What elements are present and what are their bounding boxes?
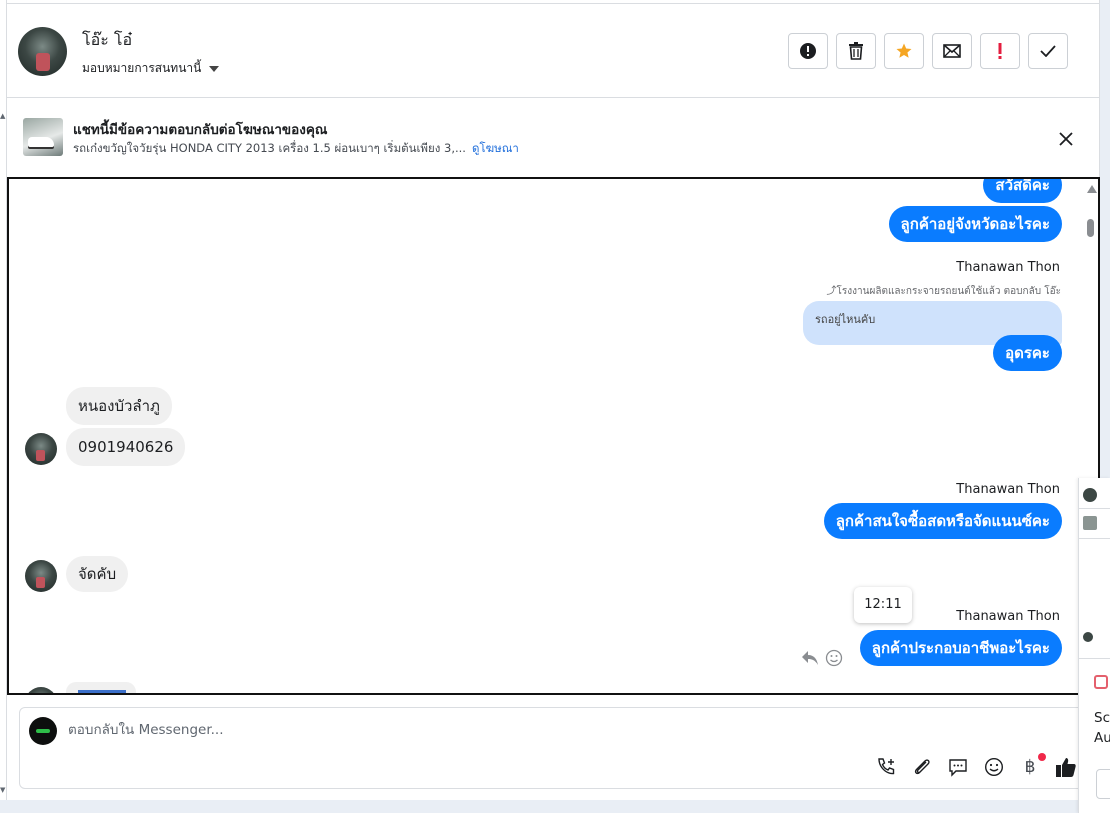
- emoji-button[interactable]: [982, 755, 1006, 779]
- incoming-message-partial[interactable]: [66, 682, 136, 693]
- chat-bubble-icon: [949, 759, 967, 777]
- reply-input[interactable]: [68, 722, 968, 738]
- side-panel-button[interactable]: [1096, 769, 1110, 799]
- ad-banner-title: แชทนี้มีข้อความตอบกลับต่อโฆษณาของคุณ: [73, 122, 328, 138]
- call-button[interactable]: [874, 755, 898, 779]
- side-thumbnail[interactable]: [1083, 516, 1097, 530]
- reply-context-note: ⤴โรงงานผลิตและกระจายรถยนต์ใช้แล้ว ตอบกลั…: [827, 282, 1061, 299]
- contact-avatar-small[interactable]: [25, 560, 57, 592]
- assign-conversation-dropdown[interactable]: มอบหมายการสนทนานี้: [82, 59, 220, 78]
- header-actions: [788, 33, 1068, 69]
- important-button[interactable]: [980, 33, 1020, 69]
- alert-circle-icon: [800, 43, 816, 59]
- message-composer: ฿: [19, 707, 1094, 789]
- outgoing-message[interactable]: ลูกค้าอยู่จังหวัดอะไรคะ: [888, 206, 1062, 242]
- scroll-up-arrow-icon[interactable]: [1087, 185, 1097, 193]
- ad-description-text: รถเก๋งขวัญใจวัยรุ่น HONDA CITY 2013 เครื…: [73, 141, 466, 155]
- message-hover-tools: [801, 649, 843, 667]
- page-avatar: [29, 717, 57, 745]
- assign-label: มอบหมายการสนทนานี้: [82, 61, 202, 75]
- report-button[interactable]: [788, 33, 828, 69]
- contact-avatar-small[interactable]: [25, 433, 57, 465]
- view-ad-link[interactable]: ดูโฆษณา: [472, 141, 519, 155]
- attach-button[interactable]: [910, 755, 934, 779]
- ad-thumbnail[interactable]: [23, 118, 63, 156]
- baht-icon: ฿: [1024, 757, 1036, 777]
- side-avatar[interactable]: [1083, 488, 1097, 502]
- side-divider: [1079, 508, 1110, 509]
- notification-dot: [1038, 753, 1046, 761]
- phone-plus-icon: [878, 758, 895, 775]
- incoming-message[interactable]: จัดคับ: [66, 556, 129, 592]
- star-button[interactable]: [884, 33, 924, 69]
- close-banner-button[interactable]: [1055, 128, 1077, 150]
- sender-name: Thanawan Thon: [956, 260, 1060, 275]
- outgoing-message[interactable]: ลูกค้าสนใจซื้อสดหรือจัดแนนซ์คะ: [823, 503, 1062, 539]
- caret-down-icon: [209, 65, 220, 72]
- side-panel-text: Sc: [1094, 710, 1110, 726]
- ad-description: รถเก๋งขวัญใจวัยรุ่น HONDA CITY 2013 เครื…: [73, 140, 519, 158]
- done-button[interactable]: [1028, 33, 1068, 69]
- conversation-header: โอ๊ะ โอ๋ มอบหมายการสนทนานี้: [7, 4, 1100, 98]
- star-icon: [896, 43, 912, 58]
- conversation-panel: โอ๊ะ โอ๋ มอบหมายการสนทนานี้ แชทนี้มีข้อค…: [7, 0, 1100, 800]
- delete-button[interactable]: [836, 33, 876, 69]
- react-smiley-icon[interactable]: [825, 649, 843, 667]
- side-notification-panel: Sc Au: [1078, 478, 1110, 813]
- outgoing-message[interactable]: ลูกค้าประกอบอาชีพอะไรคะ: [859, 630, 1062, 666]
- sender-name: Thanawan Thon: [956, 609, 1060, 624]
- like-button[interactable]: [1054, 755, 1078, 779]
- contact-avatar[interactable]: [18, 27, 67, 76]
- incoming-message[interactable]: หนองบัวลำภู: [66, 387, 172, 425]
- composer-tools: ฿: [874, 753, 1078, 779]
- contact-name[interactable]: โอ๊ะ โอ๋: [82, 28, 132, 53]
- sender-name: Thanawan Thon: [956, 482, 1060, 497]
- outgoing-message[interactable]: สวัสดีคะ: [983, 179, 1062, 203]
- timestamp-tooltip: 12:11: [854, 587, 912, 623]
- outgoing-message[interactable]: อุดรคะ: [993, 335, 1062, 371]
- side-avatar[interactable]: [1083, 632, 1093, 642]
- reply-arrow-icon: ⤴: [826, 286, 837, 297]
- scroll-thumb[interactable]: [1087, 219, 1094, 237]
- trash-icon: [849, 42, 863, 60]
- smiley-icon: [984, 757, 1004, 777]
- mark-unread-button[interactable]: [932, 33, 972, 69]
- reply-context-text: โรงงานผลิตและกระจายรถยนต์ใช้แล้ว ตอบกลับ…: [836, 286, 1061, 297]
- envelope-icon: [943, 44, 961, 58]
- contact-avatar-small[interactable]: [25, 687, 57, 693]
- messenger-inbox: ▲ ▼ โอ๊ะ โอ๋ มอบหมายการสนทนานี้ แชทนี้มี…: [0, 0, 1110, 813]
- saved-replies-button[interactable]: [946, 755, 970, 779]
- down-arrow-icon[interactable]: ▼: [0, 786, 5, 794]
- reply-icon[interactable]: [801, 650, 819, 666]
- exclamation-icon: [998, 43, 1002, 59]
- check-icon: [1040, 45, 1056, 57]
- thumbs-up-icon: [1056, 758, 1076, 777]
- message-thread[interactable]: สวัสดีคะ ลูกค้าอยู่จังหวัดอะไรคะ Thanawa…: [7, 177, 1100, 695]
- payment-button[interactable]: ฿: [1018, 753, 1046, 779]
- paperclip-icon: [914, 759, 930, 775]
- side-panel-text: Au: [1094, 730, 1110, 746]
- up-arrow-icon[interactable]: ▲: [0, 112, 5, 120]
- incoming-message[interactable]: 0901940626: [66, 428, 186, 466]
- close-icon: [1059, 132, 1073, 146]
- side-divider: [1079, 658, 1110, 659]
- app-logo-icon: [1094, 675, 1108, 689]
- image-attachment[interactable]: [78, 690, 126, 693]
- left-edge-strip: ▲ ▼: [0, 0, 7, 800]
- side-divider: [1079, 538, 1110, 539]
- ad-reply-banner: แชทนี้มีข้อความตอบกลับต่อโฆษณาของคุณ รถเ…: [7, 98, 1100, 176]
